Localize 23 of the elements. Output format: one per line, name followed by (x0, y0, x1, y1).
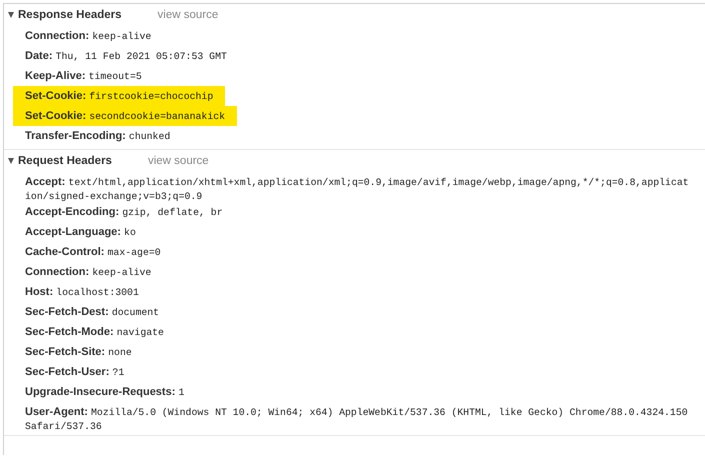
header-row-text: Transfer-Encoding: chunked (24, 129, 172, 144)
header-row-text: Sec-Fetch-Mode: navigate (24, 324, 165, 340)
header-row: Set-Cookie: firstcookie=chocochip (13, 86, 226, 106)
expanded-triangle-icon[interactable] (8, 158, 14, 164)
header-row-text: Date: Thu, 11 Feb 2021 05:07:53 GMT (24, 49, 228, 64)
section-title[interactable]: Request Headers (18, 155, 112, 167)
header-row-text: Upgrade-Insecure-Requests: 1 (24, 384, 186, 400)
view-source-link[interactable]: view source (148, 155, 209, 167)
header-row-text: Connection: keep-alive (24, 29, 152, 44)
header-row-text: Accept-Language: ko (24, 224, 137, 240)
header-row: Set-Cookie: secondcookie=bananakick (13, 106, 238, 126)
header-row-text: Sec-Fetch-Site: none (24, 344, 133, 360)
expanded-triangle-icon[interactable] (8, 12, 14, 18)
header-row-text: Accept-Encoding: gzip, deflate, br (24, 204, 224, 220)
section-title[interactable]: Response Headers (18, 9, 122, 21)
header-row-text: Sec-Fetch-Dest: document (24, 304, 160, 320)
header-row-text: Host: localhost:3001 (24, 284, 140, 300)
header-row-text: Connection: keep-alive (24, 264, 152, 280)
header-row-text: Sec-Fetch-User: ?1 (24, 364, 126, 380)
header-row-text: User-Agent: Mozilla/5.0 (Windows NT 10.0; Win64; x64) AppleWebKit/537.36 (KHTML, like Gecko) Chrome/88.0.4324.150 Safari/537.36 (24, 404, 689, 432)
view-source-link[interactable]: view source (158, 9, 218, 21)
header-row-text: Keep-Alive: timeout=5 (24, 69, 143, 84)
header-row-text: Cache-Control: max-age=0 (24, 244, 162, 260)
